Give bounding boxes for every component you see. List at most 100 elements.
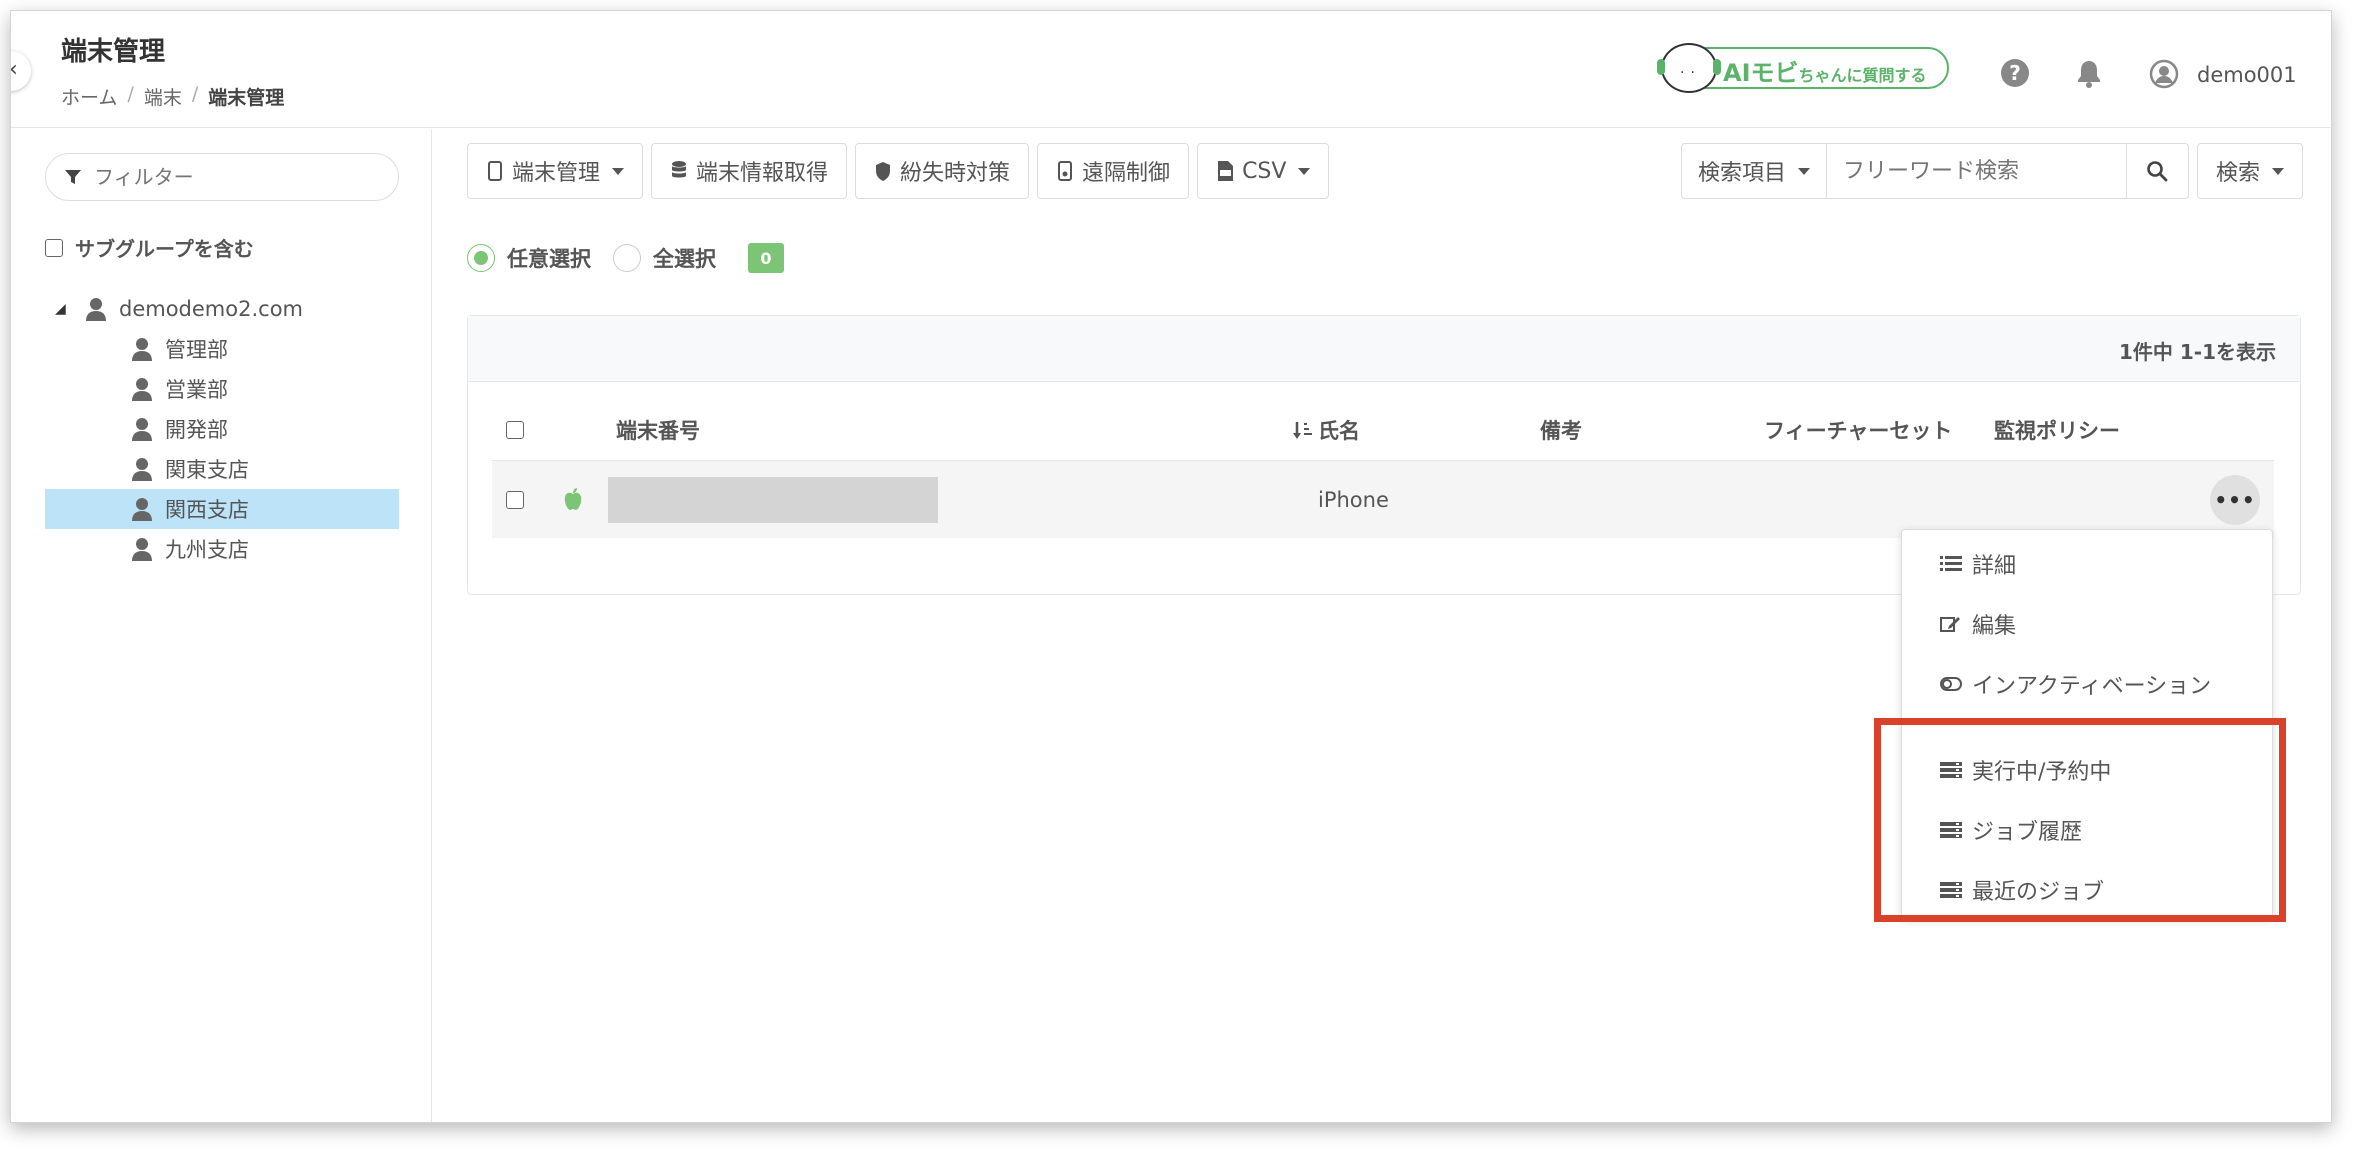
tree-item-label: 開発部 bbox=[165, 418, 228, 442]
filter-icon bbox=[65, 170, 81, 184]
sidebar-toggle[interactable]: ‹ bbox=[11, 51, 31, 91]
username[interactable]: demo001 bbox=[2197, 63, 2297, 87]
tree-item-label: 九州支店 bbox=[165, 538, 249, 562]
tree-item-eigyobu[interactable]: 営業部 bbox=[45, 369, 399, 409]
tree-item-label: 管理部 bbox=[165, 338, 228, 362]
radio-all-label: 全選択 bbox=[653, 247, 716, 271]
column-note[interactable]: 備考 bbox=[1540, 402, 1582, 458]
device-mgmt-dropdown[interactable]: 端末管理 bbox=[467, 143, 644, 199]
csv-dropdown[interactable]: CSV bbox=[1197, 143, 1330, 199]
toolbar: 端末管理 端末情報取得 紛失時対策 遠隔制御 CSV bbox=[467, 143, 1330, 199]
tree-item-kanto[interactable]: 関東支店 bbox=[45, 449, 399, 489]
person-icon bbox=[132, 498, 152, 521]
user-avatar-icon[interactable] bbox=[2149, 59, 2179, 89]
include-subgroups-checkbox[interactable]: サブグループを含む bbox=[45, 233, 254, 262]
menu-item-edit[interactable]: 編集 bbox=[1940, 608, 2016, 640]
search-bar: 検索項目 検索 bbox=[1680, 143, 2303, 199]
filter-input[interactable] bbox=[94, 162, 384, 192]
table-header-bar: 1件中 1-1を表示 bbox=[468, 316, 2300, 382]
person-icon bbox=[132, 338, 152, 361]
chevron-left-icon: ‹ bbox=[11, 57, 18, 82]
csv-file-icon bbox=[1218, 161, 1234, 181]
radio-all[interactable] bbox=[613, 244, 641, 272]
breadcrumb-device[interactable]: 端末 bbox=[144, 83, 182, 110]
breadcrumb: ホーム / 端末 / 端末管理 bbox=[61, 83, 284, 110]
include-subgroups-label: サブグループを含む bbox=[75, 237, 254, 261]
tree-item-kaihatsubu[interactable]: 開発部 bbox=[45, 409, 399, 449]
group-tree: ◢ demodemo2.com 管理部 営業部 開発部 関東支店 関西支店 九州… bbox=[45, 289, 399, 569]
column-policy[interactable]: 監視ポリシー bbox=[1994, 402, 2120, 458]
help-icon[interactable]: ? bbox=[2001, 59, 2029, 87]
remote-control-button[interactable]: 遠隔制御 bbox=[1037, 143, 1190, 199]
sort-icon[interactable] bbox=[1292, 402, 1314, 458]
lost-measures-button[interactable]: 紛失時対策 bbox=[855, 143, 1030, 199]
column-feature-set[interactable]: フィーチャーセット bbox=[1764, 402, 1952, 458]
search-icon bbox=[2147, 161, 2168, 182]
search-button[interactable] bbox=[2126, 143, 2189, 199]
ai-assistant-button[interactable]: .. AIモビちゃんに質問する bbox=[1657, 43, 1949, 93]
person-icon bbox=[132, 458, 152, 481]
breadcrumb-home[interactable]: ホーム bbox=[61, 83, 117, 110]
bell-icon[interactable] bbox=[2075, 59, 2103, 88]
person-icon bbox=[132, 378, 152, 401]
mobile-icon bbox=[488, 161, 502, 181]
caret-down-icon bbox=[1797, 167, 1810, 175]
menu-item-inactivation[interactable]: インアクティベーション bbox=[1940, 668, 2211, 700]
more-actions-button[interactable]: ••• bbox=[2210, 474, 2260, 525]
breadcrumb-separator: / bbox=[191, 83, 199, 105]
result-count: 1件中 1-1を表示 bbox=[2118, 340, 2276, 364]
tree-item-label: demodemo2.com bbox=[119, 297, 303, 321]
database-icon bbox=[672, 161, 687, 178]
remote-phone-icon bbox=[1058, 161, 1073, 181]
person-icon bbox=[132, 538, 152, 561]
tree-item-label: 関東支店 bbox=[165, 458, 249, 482]
edit-icon bbox=[1940, 617, 1960, 632]
list-icon bbox=[1940, 556, 1962, 571]
page-title: 端末管理 bbox=[61, 37, 166, 67]
search-field-dropdown[interactable]: 検索項目 bbox=[1680, 143, 1827, 199]
group-sidebar: サブグループを含む ◢ demodemo2.com 管理部 営業部 開発部 bbox=[11, 129, 432, 1122]
toggle-off-icon bbox=[1940, 677, 1962, 691]
table-row[interactable]: iPhone ••• bbox=[492, 460, 2274, 538]
app-window: ‹ 端末管理 ホーム / 端末 / 端末管理 .. AIモビちゃんに質問する ?… bbox=[10, 10, 2332, 1123]
search-dropdown[interactable]: 検索 bbox=[2196, 143, 2303, 199]
row-checkbox[interactable] bbox=[506, 490, 524, 509]
selection-mode: 任意選択 全選択 0 bbox=[467, 243, 784, 273]
main-content: 端末管理 端末情報取得 紛失時対策 遠隔制御 CSV 検索項目 フリーワード検索… bbox=[433, 129, 2331, 1122]
caret-down-icon bbox=[612, 167, 625, 175]
table-header-row: 端末番号 氏名 備考 フィーチャーセット 監視ポリシー bbox=[492, 402, 2274, 458]
column-name[interactable]: 氏名 bbox=[1318, 402, 1360, 458]
caret-down-icon bbox=[1298, 167, 1311, 175]
ai-mascot-icon: .. bbox=[1657, 43, 1721, 93]
filter-field[interactable] bbox=[45, 153, 399, 201]
search-input[interactable] bbox=[1826, 143, 2127, 199]
get-info-button[interactable]: 端末情報取得 bbox=[651, 143, 848, 199]
shield-icon bbox=[876, 162, 891, 181]
selected-count-badge: 0 bbox=[748, 243, 784, 273]
apple-icon bbox=[562, 461, 584, 538]
tree-item-label: 関西支店 bbox=[165, 498, 249, 522]
breadcrumb-separator: / bbox=[127, 83, 134, 105]
redacted-value bbox=[608, 476, 938, 523]
radio-arbitrary[interactable] bbox=[467, 244, 495, 272]
tree-item-label: 営業部 bbox=[165, 378, 228, 402]
person-icon bbox=[86, 298, 106, 321]
column-device-number[interactable]: 端末番号 bbox=[616, 402, 700, 458]
caret-down-icon[interactable]: ◢ bbox=[55, 301, 73, 317]
checkbox[interactable] bbox=[45, 238, 63, 257]
device-number-cell bbox=[608, 461, 938, 538]
highlight-annotation bbox=[1874, 718, 2286, 922]
person-icon bbox=[132, 418, 152, 441]
tree-item-root[interactable]: ◢ demodemo2.com bbox=[45, 289, 399, 329]
caret-down-icon bbox=[2272, 167, 2284, 175]
page-header: ‹ 端末管理 ホーム / 端末 / 端末管理 .. AIモビちゃんに質問する ?… bbox=[11, 11, 2331, 128]
tree-item-kanribu[interactable]: 管理部 bbox=[45, 329, 399, 369]
select-all-checkbox[interactable] bbox=[506, 421, 524, 439]
radio-arbitrary-label: 任意選択 bbox=[507, 247, 591, 271]
breadcrumb-current: 端末管理 bbox=[208, 87, 285, 109]
tree-item-kyushu[interactable]: 九州支店 bbox=[45, 529, 399, 569]
ai-assistant-label: AIモビちゃんに質問する bbox=[1723, 59, 1927, 87]
menu-item-details[interactable]: 詳細 bbox=[1940, 548, 2016, 580]
tree-item-kansai[interactable]: 関西支店 bbox=[45, 489, 399, 529]
name-cell: iPhone bbox=[1318, 487, 1389, 512]
